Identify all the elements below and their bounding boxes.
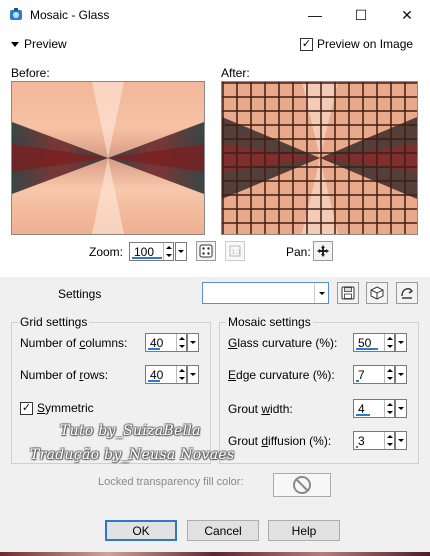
grout-diffusion-arrows[interactable] (384, 432, 394, 449)
grout-diffusion-dropdown-button[interactable] (395, 431, 407, 450)
zoom-row: Zoom: 100 1:1 Pan: (0, 241, 430, 265)
help-button[interactable]: Help (268, 520, 340, 541)
random-icon (199, 244, 213, 258)
preview-toggle[interactable]: Preview (11, 37, 67, 51)
window-title: Mosaic - Glass (30, 8, 110, 22)
random-button[interactable] (196, 241, 216, 261)
rows-spinner[interactable]: 40 (145, 365, 187, 384)
title-bar: Mosaic - Glass — ☐ ✕ (0, 0, 430, 30)
columns-spinner[interactable]: 40 (145, 333, 187, 352)
glass-curvature-arrows[interactable] (384, 334, 394, 351)
rows-label: Number of rows: (20, 368, 109, 382)
rows-dropdown-button[interactable] (187, 365, 199, 384)
mosaic-settings-title: Mosaic settings (226, 315, 313, 329)
locked-color-swatch[interactable] (273, 473, 331, 497)
no-color-icon (293, 476, 311, 494)
load-preset-button[interactable] (366, 282, 388, 304)
watermark-line-2: Tradução by_Neusa Novaes (30, 447, 235, 463)
background-strip (0, 552, 430, 556)
before-preview-image[interactable] (11, 81, 205, 235)
zoom-slider-bar[interactable] (132, 257, 162, 259)
glass-curvature-spinner[interactable]: 50 (353, 333, 395, 352)
grout-diffusion-slider-bar[interactable] (356, 446, 358, 448)
close-icon[interactable]: ✕ (384, 0, 430, 30)
mosaic-grid-overlay (222, 82, 417, 234)
glass-curvature-label: Glass curvature (%): (228, 336, 338, 350)
zoom-reset-button[interactable]: 1:1 (225, 241, 245, 261)
ok-button[interactable]: OK (105, 520, 177, 541)
svg-text:1:1: 1:1 (232, 249, 242, 256)
zoom-label: Zoom: (89, 245, 124, 259)
grout-width-arrows[interactable] (384, 400, 394, 417)
columns-dropdown-button[interactable] (187, 333, 199, 352)
app-icon (9, 8, 23, 22)
columns-label: Number of columns: (20, 336, 128, 350)
reset-icon: 1:1 (229, 245, 242, 257)
checkmark-icon: ✓ (300, 37, 313, 51)
after-label: After: (221, 66, 250, 80)
edge-curvature-dropdown-button[interactable] (395, 365, 407, 384)
pan-button[interactable] (313, 241, 333, 261)
edge-curvature-value: 7 (358, 368, 365, 382)
edge-curvature-spinner[interactable]: 7 (353, 365, 395, 384)
symmetric-label: Symmetric (37, 401, 94, 415)
save-preset-button[interactable] (337, 282, 359, 304)
chevron-down-icon[interactable] (314, 283, 328, 303)
watermark-line-1: Tuto by_SuizaBella (60, 423, 201, 439)
grout-diffusion-spinner[interactable]: 3 (353, 431, 395, 450)
edge-curvature-arrows[interactable] (384, 366, 394, 383)
pan-icon (317, 245, 329, 257)
grout-width-slider-bar[interactable] (356, 414, 370, 416)
symmetric-checkbox[interactable]: ✓ Symmetric (20, 401, 94, 415)
maximize-icon[interactable]: ☐ (338, 0, 384, 30)
zoom-dropdown-button[interactable] (175, 242, 187, 261)
columns-slider-bar[interactable] (148, 348, 160, 350)
columns-arrows[interactable] (176, 334, 186, 351)
settings-label: Settings (58, 287, 102, 301)
edge-curvature-slider-bar[interactable] (356, 380, 359, 382)
grout-width-label: Grout width: (228, 402, 293, 416)
pan-label: Pan: (286, 245, 311, 259)
chevron-down-icon (178, 250, 184, 253)
checkmark-icon: ✓ (20, 401, 33, 415)
grid-settings-title: Grid settings (18, 315, 90, 329)
cancel-button[interactable]: Cancel (187, 520, 259, 541)
preview-row: Preview ✓ Preview on Image (0, 34, 430, 54)
load-preset-icon (370, 286, 384, 300)
grout-diffusion-value: 3 (358, 434, 365, 448)
rows-arrows[interactable] (176, 366, 186, 383)
zoom-spinner[interactable]: 100 (129, 242, 174, 261)
preview-label: Preview (24, 37, 67, 51)
delete-preset-icon (401, 288, 414, 299)
preset-combobox[interactable] (202, 282, 329, 304)
preview-on-image-label: Preview on Image (317, 37, 414, 51)
grout-width-spinner[interactable]: 4 (353, 399, 395, 418)
before-label: Before: (11, 66, 50, 80)
rows-slider-bar[interactable] (148, 380, 160, 382)
grout-diffusion-label: Grout diffusion (%): (228, 434, 332, 448)
delete-preset-button[interactable] (396, 282, 418, 304)
edge-curvature-label: Edge curvature (%): (228, 368, 335, 382)
minimize-icon[interactable]: — (292, 0, 338, 30)
grout-width-dropdown-button[interactable] (395, 399, 407, 418)
glass-curvature-dropdown-button[interactable] (395, 333, 407, 352)
glass-curvature-slider-bar[interactable] (356, 348, 378, 350)
locked-transparency-label: Locked transparency fill color: (98, 476, 244, 488)
chevron-down-icon (11, 41, 19, 47)
after-preview-image[interactable] (221, 81, 418, 235)
preview-on-image-checkbox[interactable]: ✓ Preview on Image (300, 37, 413, 51)
save-preset-icon (341, 286, 355, 300)
zoom-arrows[interactable] (163, 243, 173, 260)
